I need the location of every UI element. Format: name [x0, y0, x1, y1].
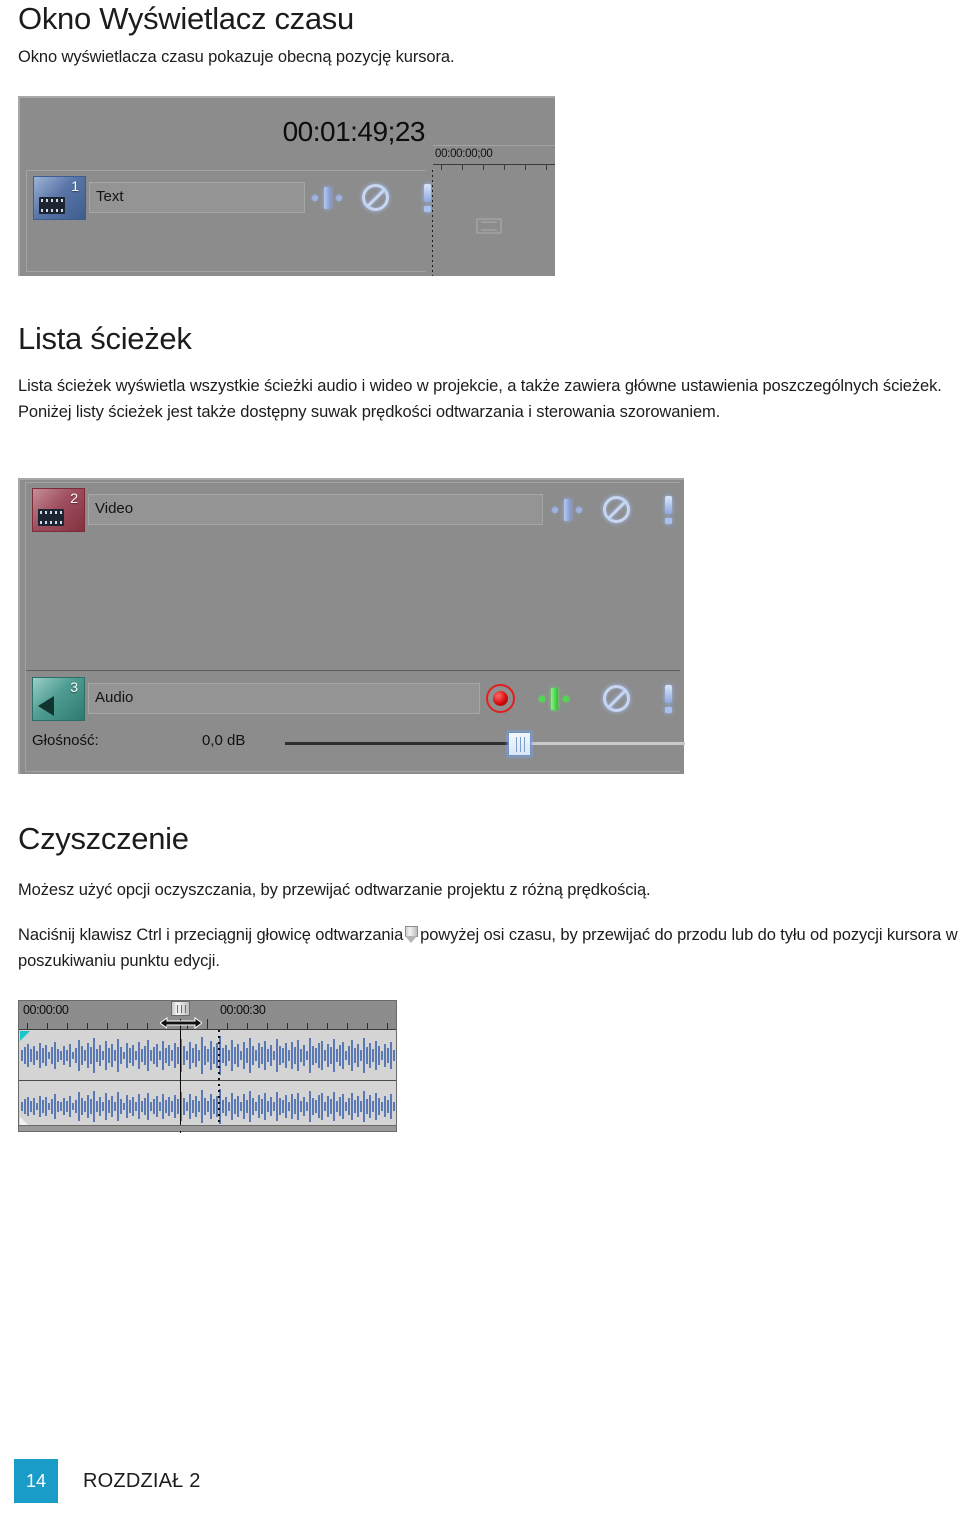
track-row[interactable]: 1 Text [33, 176, 679, 220]
track-name-field-audio[interactable]: Audio [88, 683, 480, 714]
track-name-field-video[interactable]: Video [88, 494, 543, 525]
mute-button-audio[interactable] [599, 681, 635, 717]
film-strip-icon [39, 197, 65, 214]
clip-fade-handle-top-left[interactable] [20, 1031, 30, 1041]
track-header-audio[interactable]: 3 Audio [32, 677, 678, 721]
volume-value: 0,0 dB [202, 732, 246, 749]
pan-slider-icon [549, 492, 585, 528]
timeline-ruler-timecode: 00:00:00;00 [435, 148, 493, 160]
screenshot-waveform-scrub: 00:00:00 00:00:30 [18, 1000, 397, 1133]
intro-text-track-list: Lista ścieżek wyświetla wszystkie ścieżk… [18, 377, 942, 421]
pan-slider-button[interactable] [309, 180, 345, 216]
timecode-readout: 00:01:49;23 [282, 116, 426, 147]
screenshot-track-list: 2 Video 3 Audio Głośność: 0,0 dB [18, 478, 685, 774]
audio-waveform-display[interactable] [19, 1030, 396, 1131]
track-type-icon-audio[interactable]: 3 [32, 677, 85, 721]
timeline-pane: 00:00:00;00 [432, 96, 555, 276]
volume-slider-track[interactable] [285, 742, 685, 745]
screenshot-time-display-window: 00:01:49;23 1 Text 00:00:00;00 [18, 96, 555, 276]
chapter-label: ROZDZIAŁ 2 [83, 1470, 201, 1492]
scrubbing-text-before-icon: Naciśnij klawisz Ctrl i przeciągnij głow… [18, 926, 404, 944]
timeline-ruler-ticks [433, 164, 555, 171]
track-row-audio[interactable]: 3 Audio Głośność: 0,0 dB [26, 672, 685, 772]
page-title-scrubbing: Czyszczenie [18, 821, 189, 856]
edit-point-marker [218, 1030, 220, 1131]
document-page: Okno Wyświetlacz czasu Okno wyświetlacza… [0, 0, 960, 1525]
pan-slider-icon [309, 180, 345, 216]
mute-icon [362, 184, 389, 211]
solo-icon [664, 496, 673, 524]
intro-text-time-display: Okno wyświetlacza czasu pokazuje obecną … [18, 48, 455, 66]
page-footer: 14 ROZDZIAŁ 2 [0, 1453, 960, 1525]
pan-slider-icon [536, 681, 572, 717]
solo-icon [664, 685, 673, 713]
track-number: 3 [70, 679, 78, 695]
solo-icon [423, 184, 432, 212]
solo-button-video[interactable] [651, 492, 687, 528]
record-arm-button[interactable] [483, 681, 519, 717]
mute-icon [603, 685, 630, 712]
page-title-time-display: Okno Wyświetlacz czasu [18, 1, 354, 36]
track-name-field[interactable]: Text [89, 182, 305, 213]
ruler-label-mid: 00:00:30 [220, 1003, 266, 1017]
scrubbing-paragraph-2: Naciśnij klawisz Ctrl i przeciągnij głow… [18, 922, 958, 974]
drag-left-right-cursor-icon [159, 1016, 203, 1029]
waveform-channel-left [19, 1030, 396, 1081]
track-number: 1 [71, 178, 79, 194]
waveform-timeline-ruler[interactable]: 00:00:00 00:00:30 [19, 1001, 396, 1030]
playhead-line [180, 1019, 181, 1133]
time-display-pane: 00:01:49;23 1 Text [18, 96, 432, 276]
track-row-video[interactable]: 2 Video [26, 483, 680, 671]
mute-button-video[interactable] [599, 492, 635, 528]
playhead-handle[interactable] [171, 1001, 190, 1016]
empty-track-film-icon [476, 218, 502, 234]
track-list-container: 2 Video 3 Audio Głośność: 0,0 dB [25, 482, 685, 772]
waveform-channel-right [19, 1081, 396, 1131]
scrubbing-paragraph-1: Możesz użyć opcji oczyszczania, by przew… [18, 881, 651, 899]
solo-button-audio[interactable] [651, 681, 687, 717]
speaker-icon [38, 696, 54, 716]
pan-slider-button-audio[interactable] [536, 681, 572, 717]
ruler-label-start: 00:00:00 [23, 1003, 69, 1017]
pan-slider-button-video[interactable] [549, 492, 585, 528]
page-number: 14 [25, 1471, 47, 1491]
timeline-left-edge-dotted-line [432, 170, 433, 276]
playhead-cursor-icon [405, 926, 419, 943]
mute-icon [603, 496, 630, 523]
volume-slider-thumb[interactable] [508, 732, 531, 756]
mute-button[interactable] [358, 180, 394, 216]
film-strip-icon [38, 509, 64, 526]
track-type-icon-video[interactable]: 2 [32, 488, 85, 532]
waveform-bottom-strip [19, 1125, 396, 1131]
record-icon [486, 684, 515, 713]
track-list-panel: 1 Text [26, 170, 431, 272]
volume-label: Głośność: [32, 732, 99, 749]
track-number: 2 [70, 490, 78, 506]
track-type-icon-video[interactable]: 1 [33, 176, 86, 220]
page-number-badge: 14 [14, 1459, 58, 1503]
page-title-track-list: Lista ścieżek [18, 321, 192, 356]
track-header-video[interactable]: 2 Video [32, 488, 678, 532]
volume-control-row[interactable]: Głośność: 0,0 dB [32, 729, 685, 756]
